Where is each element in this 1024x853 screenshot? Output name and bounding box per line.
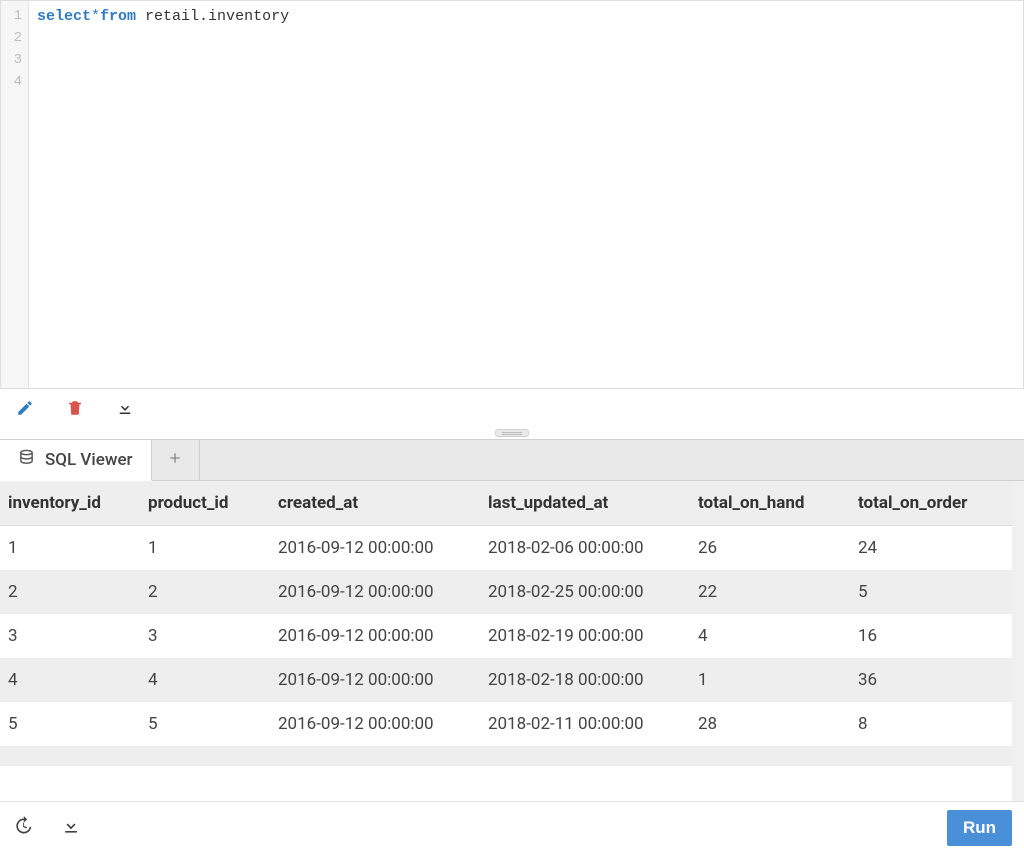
download-results-button[interactable] xyxy=(60,817,82,839)
download-button[interactable] xyxy=(114,399,136,421)
results-trailing-stripe xyxy=(0,746,1024,766)
keyword-select: select xyxy=(37,8,91,25)
editor-content[interactable]: select*from retail.inventory xyxy=(29,1,1023,388)
table-cell: 24 xyxy=(850,526,1024,571)
identifier-table: retail.inventory xyxy=(136,8,289,25)
table-cell: 3 xyxy=(0,614,140,658)
table-cell: 36 xyxy=(850,658,1024,702)
column-header[interactable]: product_id xyxy=(140,481,270,526)
table-cell: 4 xyxy=(690,614,850,658)
split-drag-area[interactable] xyxy=(0,429,1024,439)
column-header[interactable]: total_on_hand xyxy=(690,481,850,526)
tab-sql-viewer[interactable]: SQL Viewer xyxy=(0,440,152,481)
result-actions-toolbar xyxy=(0,389,1024,429)
results-table: inventory_id product_id created_at last_… xyxy=(0,481,1024,746)
table-cell: 2016-09-12 00:00:00 xyxy=(270,702,480,746)
results-body: 112016-09-12 00:00:002018-02-06 00:00:00… xyxy=(0,526,1024,747)
table-cell: 2018-02-11 00:00:00 xyxy=(480,702,690,746)
editor-gutter: 1 2 3 4 xyxy=(1,1,29,388)
line-number: 3 xyxy=(1,49,22,71)
download-icon xyxy=(116,399,134,421)
database-icon xyxy=(18,449,35,471)
column-header[interactable]: last_updated_at xyxy=(480,481,690,526)
history-icon xyxy=(13,816,33,840)
table-cell: 2016-09-12 00:00:00 xyxy=(270,614,480,658)
table-cell: 5 xyxy=(850,570,1024,614)
results-panel: inventory_id product_id created_at last_… xyxy=(0,481,1024,801)
table-cell: 2 xyxy=(0,570,140,614)
pencil-icon xyxy=(16,399,34,421)
table-cell: 22 xyxy=(690,570,850,614)
table-row[interactable]: 442016-09-12 00:00:002018-02-18 00:00:00… xyxy=(0,658,1024,702)
run-button[interactable]: Run xyxy=(947,810,1012,846)
table-cell: 5 xyxy=(0,702,140,746)
keyword-from: from xyxy=(100,8,136,25)
table-cell: 2018-02-19 00:00:00 xyxy=(480,614,690,658)
vertical-scrollbar[interactable] xyxy=(1012,481,1024,801)
column-header[interactable]: inventory_id xyxy=(0,481,140,526)
table-cell: 1 xyxy=(690,658,850,702)
table-cell: 3 xyxy=(140,614,270,658)
table-cell: 4 xyxy=(0,658,140,702)
line-number: 4 xyxy=(1,71,22,93)
trash-icon xyxy=(66,399,84,421)
table-cell: 2016-09-12 00:00:00 xyxy=(270,526,480,571)
table-cell: 1 xyxy=(140,526,270,571)
delete-button[interactable] xyxy=(64,399,86,421)
table-cell: 2018-02-18 00:00:00 xyxy=(480,658,690,702)
table-cell: 2018-02-06 00:00:00 xyxy=(480,526,690,571)
plus-icon xyxy=(167,450,183,471)
results-header: inventory_id product_id created_at last_… xyxy=(0,481,1024,526)
history-button[interactable] xyxy=(12,817,34,839)
results-scroll[interactable]: inventory_id product_id created_at last_… xyxy=(0,481,1024,801)
table-cell: 2016-09-12 00:00:00 xyxy=(270,658,480,702)
table-cell: 2016-09-12 00:00:00 xyxy=(270,570,480,614)
table-cell: 2018-02-25 00:00:00 xyxy=(480,570,690,614)
edit-button[interactable] xyxy=(14,399,36,421)
table-cell: 2 xyxy=(140,570,270,614)
table-row[interactable]: 552016-09-12 00:00:002018-02-11 00:00:00… xyxy=(0,702,1024,746)
sql-editor[interactable]: 1 2 3 4 select*from retail.inventory xyxy=(0,1,1024,389)
drag-handle-icon xyxy=(495,429,529,437)
keyword-star: * xyxy=(91,8,100,25)
tab-label: SQL Viewer xyxy=(45,450,133,470)
table-row[interactable]: 222016-09-12 00:00:002018-02-25 00:00:00… xyxy=(0,570,1024,614)
result-tabbar: SQL Viewer xyxy=(0,439,1024,481)
column-header[interactable]: created_at xyxy=(270,481,480,526)
download-icon xyxy=(61,816,81,840)
table-row[interactable]: 332016-09-12 00:00:002018-02-19 00:00:00… xyxy=(0,614,1024,658)
line-number: 2 xyxy=(1,27,22,49)
column-header[interactable]: total_on_order xyxy=(850,481,1024,526)
app-root: 1 2 3 4 select*from retail.inventory xyxy=(0,0,1024,853)
table-cell: 8 xyxy=(850,702,1024,746)
bottom-bar: Run xyxy=(0,801,1024,853)
bottom-left-actions xyxy=(12,817,82,839)
table-cell: 4 xyxy=(140,658,270,702)
line-number: 1 xyxy=(1,5,22,27)
table-row[interactable]: 112016-09-12 00:00:002018-02-06 00:00:00… xyxy=(0,526,1024,571)
tab-add-button[interactable] xyxy=(152,440,200,480)
table-cell: 26 xyxy=(690,526,850,571)
table-cell: 1 xyxy=(0,526,140,571)
table-cell: 28 xyxy=(690,702,850,746)
table-cell: 16 xyxy=(850,614,1024,658)
table-cell: 5 xyxy=(140,702,270,746)
